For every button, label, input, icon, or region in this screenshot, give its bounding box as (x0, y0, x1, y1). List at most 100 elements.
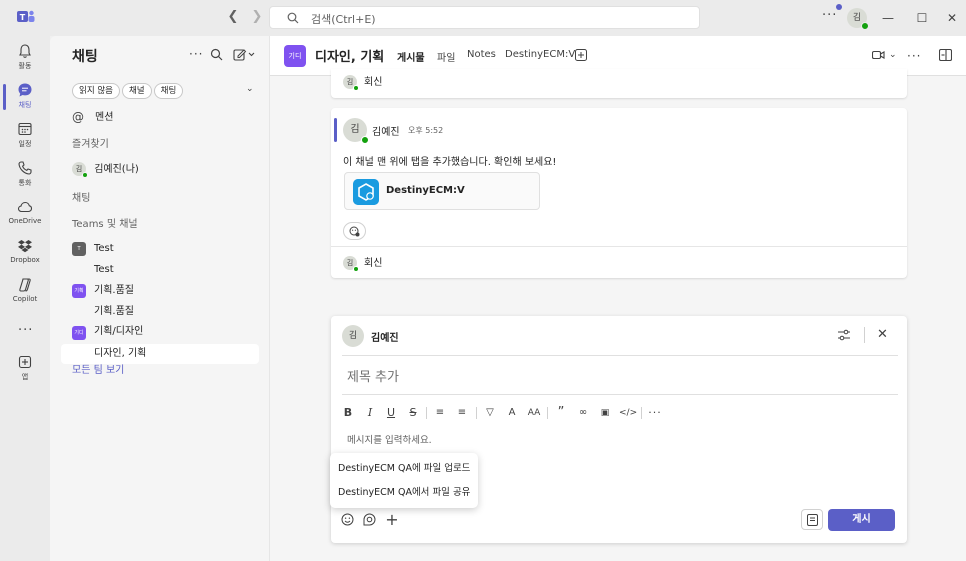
team-item-planning-design[interactable]: 기획/디자인 (94, 323, 143, 341)
tab-destinyecm[interactable]: DestinyECM:V (505, 49, 575, 60)
message-input[interactable]: 메시지를 입력하세요. (347, 432, 432, 446)
profile-avatar[interactable]: 김 (847, 8, 869, 30)
favorites-header[interactable]: 즐겨찾기 (72, 136, 109, 154)
channel-item-planning-quality[interactable]: 기획.품질 (94, 303, 134, 321)
mentions-item[interactable]: 멘션 (95, 109, 113, 127)
rail-label: 통화 (18, 179, 32, 187)
rail-item-apps[interactable]: 앱 (0, 350, 50, 388)
minimize-icon[interactable]: — (879, 9, 897, 27)
open-side-panel-icon[interactable] (939, 49, 952, 61)
reply-button[interactable]: 김 회신 (343, 73, 382, 93)
chat-list-panel: 채팅 ··· 읽지 않음 채널 채팅 ⌄ @ 멘션 즐겨찾기 김 김예진(나) 채팅… (50, 36, 270, 561)
app-tab-card[interactable]: DestinyECM:V (344, 172, 540, 210)
team-avatar: T (72, 242, 86, 256)
rail-item-activity[interactable]: 활동 (0, 39, 50, 77)
close-window-icon[interactable]: ✕ (943, 9, 961, 27)
available-status-icon (353, 266, 359, 272)
add-tab-icon[interactable] (575, 49, 587, 61)
maximize-icon[interactable]: ☐ (913, 9, 931, 27)
font-color-icon[interactable]: A (504, 405, 520, 421)
search-icon[interactable] (210, 48, 223, 61)
more-options-icon[interactable]: ··· (907, 49, 921, 63)
rail-item-calendar[interactable]: 일정 (0, 117, 50, 155)
see-all-teams-link[interactable]: 모든 팀 보기 (72, 362, 124, 380)
rail-label: 일정 (18, 140, 32, 148)
close-icon[interactable]: ✕ (877, 327, 888, 342)
new-chat-icon[interactable] (233, 48, 255, 61)
phone-icon (18, 161, 32, 175)
rail-item-calls[interactable]: 통화 (0, 156, 50, 194)
channel-item-design-planning[interactable]: 디자인, 기획 (94, 345, 146, 363)
italic-icon[interactable]: I (362, 405, 378, 421)
loop-component-icon[interactable] (363, 513, 376, 526)
font-size-icon[interactable]: AA (526, 405, 542, 421)
message-body: 이 채널 맨 위에 탭을 추가했습니다. 확인해 보세요! (343, 157, 557, 168)
emoji-reaction-icon (349, 226, 360, 237)
back-arrow-icon[interactable]: ❮ (226, 10, 240, 24)
cloud-icon (17, 201, 33, 213)
channel-item-test[interactable]: Test (94, 261, 114, 279)
strikethrough-icon[interactable]: S (405, 405, 421, 421)
quote-icon[interactable]: ” (553, 405, 569, 421)
title-bar: T ❮ ❯ 검색(Ctrl+E) ··· 김 — ☐ ✕ (0, 0, 966, 36)
bell-icon (19, 44, 31, 58)
channel-title: 디자인, 기획 (315, 50, 385, 65)
add-app-icon (18, 355, 32, 369)
tab-files[interactable]: 파일 (437, 49, 455, 64)
tab-posts[interactable]: 게시물 (397, 49, 425, 64)
avatar-initial: 김 (348, 331, 358, 341)
menu-item-share[interactable]: DestinyECM QA에서 파일 공유 (338, 484, 470, 502)
rail-item-onedrive[interactable]: OneDrive (0, 195, 50, 233)
team-item-test[interactable]: Test (94, 240, 114, 258)
search-placeholder: 검색(Ctrl+E) (311, 13, 376, 26)
filter-unread[interactable]: 읽지 않음 (72, 83, 120, 99)
search-input[interactable]: 검색(Ctrl+E) (269, 6, 700, 29)
video-call-icon[interactable] (872, 49, 885, 61)
reply-label: 회신 (364, 258, 383, 269)
highlight-icon[interactable]: ▽ (482, 405, 498, 421)
code-icon[interactable]: </> (619, 405, 637, 421)
chevron-down-icon[interactable]: ⌄ (246, 84, 254, 94)
more-formatting-icon[interactable]: ··· (647, 405, 663, 421)
plus-icon[interactable]: + (385, 512, 399, 528)
post-button[interactable]: 게시 (828, 509, 895, 531)
menu-item-upload[interactable]: DestinyECM QA에 파일 업로드 (338, 460, 470, 478)
code-snippet-icon[interactable]: ▣ (597, 405, 613, 421)
bold-icon[interactable]: B (340, 405, 356, 421)
reply-button[interactable]: 김 회신 (343, 254, 382, 274)
avatar: 김 (343, 75, 359, 91)
post-settings-icon[interactable] (837, 329, 851, 341)
emoji-icon[interactable] (341, 513, 354, 526)
rail-item-copilot[interactable]: Copilot (0, 273, 50, 311)
tab-notes[interactable]: Notes (467, 49, 496, 60)
avatar-initial: 김 (75, 165, 83, 173)
teams-logo-icon: T (17, 10, 35, 22)
numbered-list-icon[interactable]: ≡ (454, 405, 470, 421)
forward-arrow-icon[interactable]: ❯ (250, 10, 264, 24)
avatar-initial: 김 (852, 13, 862, 23)
chat-icon (18, 83, 32, 97)
rail-item-dropbox[interactable]: Dropbox (0, 234, 50, 272)
avatar[interactable]: 김 (343, 118, 369, 144)
new-message-indicator (334, 118, 337, 142)
team-item-planning-quality[interactable]: 기획.품질 (94, 282, 134, 300)
chats-header[interactable]: 채팅 (72, 190, 90, 208)
more-apps-icon[interactable]: ... (18, 319, 33, 334)
filter-channels[interactable]: 채널 (121, 83, 152, 99)
bullet-list-icon[interactable]: ≡ (432, 405, 448, 421)
avatar-initial: 김 (350, 124, 360, 135)
app-rail: 활동 채팅 일정 통화 OneDrive Dropbox Copilot ...… (0, 36, 50, 561)
message-author[interactable]: 김예진 (372, 123, 400, 138)
filter-chats[interactable]: 채팅 (153, 83, 184, 99)
subject-input[interactable]: 제목 추가 (347, 366, 399, 385)
schedule-format-button[interactable] (801, 509, 823, 530)
more-options-icon[interactable]: ··· (189, 47, 203, 61)
add-reaction-button[interactable] (343, 222, 366, 240)
rail-item-chat[interactable]: 채팅 (0, 78, 50, 116)
underline-icon[interactable]: U (383, 405, 399, 421)
teams-header[interactable]: Teams 및 채널 (72, 216, 138, 234)
link-icon[interactable]: ∞ (575, 405, 591, 421)
chevron-down-icon[interactable]: ⌄ (889, 50, 897, 60)
favorite-chat-item[interactable]: 김 김예진(나) (72, 161, 139, 179)
settings-more-icon[interactable]: ··· (822, 8, 837, 23)
